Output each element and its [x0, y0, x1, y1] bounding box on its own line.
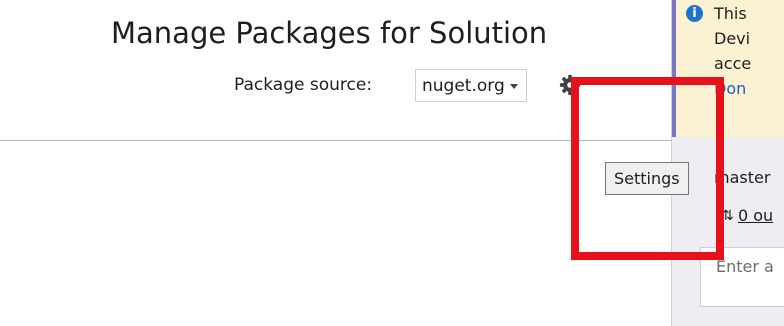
chevron-down-icon	[510, 84, 518, 89]
commit-message-placeholder: Enter a	[716, 257, 774, 276]
package-source-dropdown[interactable]: nuget.org	[415, 69, 527, 102]
page-title: Manage Packages for Solution	[111, 16, 548, 50]
info-icon: i	[686, 5, 703, 22]
info-text-line-3: acce	[714, 54, 752, 73]
screenshot: Manage Packages for Solution Package sou…	[0, 0, 784, 326]
package-source-label: Package source:	[234, 75, 373, 95]
package-source-value: nuget.org	[422, 76, 505, 96]
info-text-line-2: Devi	[714, 29, 751, 48]
info-text-line-1: This	[714, 4, 747, 23]
outgoing-commits-link[interactable]: 0 ou	[738, 206, 773, 225]
highlight-box	[571, 77, 724, 260]
